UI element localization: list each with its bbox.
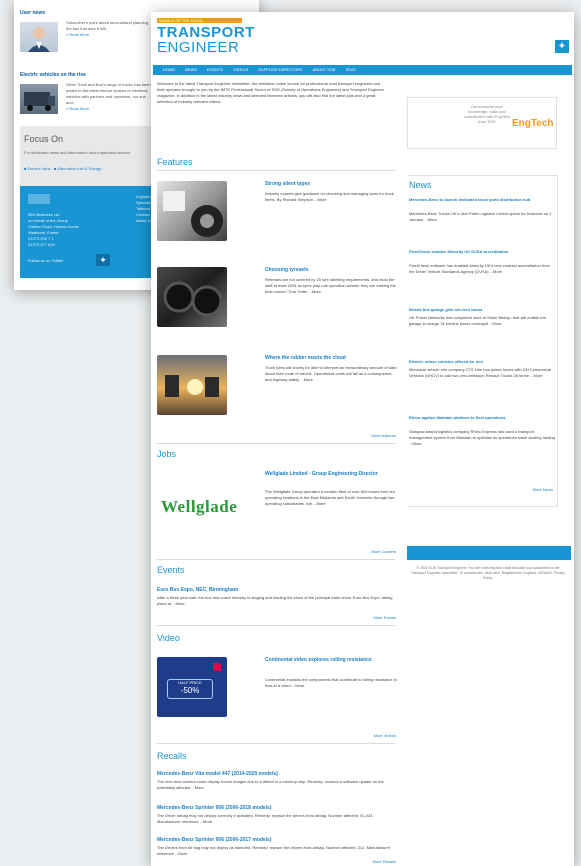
nav-social[interactable]: SOCI bbox=[346, 65, 356, 75]
twitter-icon[interactable]: ✦ bbox=[96, 254, 110, 266]
more-news-link[interactable]: More News bbox=[533, 487, 553, 492]
back-section-heading[interactable]: User news bbox=[20, 10, 45, 16]
news-box bbox=[407, 175, 558, 507]
divider bbox=[157, 443, 395, 444]
news-title[interactable]: Bristol bus garage gets net-zero boost bbox=[409, 307, 555, 313]
tyre-image[interactable] bbox=[157, 181, 227, 241]
intro-text: Welcome to the latest Transport Engineer… bbox=[157, 81, 385, 104]
back-section-heading[interactable]: Electric vehicles on the rise bbox=[20, 72, 86, 78]
recall-text: The Drivers front air bag may not deploy… bbox=[157, 845, 391, 856]
focus-title: Focus On bbox=[24, 134, 64, 144]
focus-on-box: Focus On For dedicated news and informat… bbox=[20, 126, 160, 190]
nav-home[interactable]: HOME bbox=[163, 65, 175, 75]
more-videos-link[interactable]: More Videos bbox=[374, 733, 396, 738]
nav-videos[interactable]: VIDEOS bbox=[233, 65, 248, 75]
tyre-stack-image[interactable] bbox=[157, 267, 227, 327]
truck-sunset-image[interactable] bbox=[157, 355, 227, 415]
divider bbox=[157, 559, 395, 560]
news-text: FleetCheck software has enabled Motority… bbox=[409, 263, 550, 274]
video-badge-line2: -50% bbox=[180, 686, 200, 695]
video-badge: HALF PRICE -50% bbox=[167, 679, 213, 699]
video-title[interactable]: Continental video explores rolling resis… bbox=[265, 657, 393, 664]
recalls-heading: Recalls bbox=[157, 751, 187, 761]
focus-link[interactable]: ■ Alternative fuel & Energy bbox=[54, 166, 101, 171]
feature-text: Truck tyres will shortly be able to inte… bbox=[265, 365, 397, 382]
video-thumbnail[interactable]: HALF PRICE -50% bbox=[157, 657, 227, 717]
video-heading: Video bbox=[157, 633, 180, 643]
news-text: Municipal vehicle hire company CTS Hire … bbox=[409, 367, 552, 378]
sidebar-footer-text: © 2022 SOE Transport Engineer. You are r… bbox=[410, 566, 566, 580]
feature-text: Industry experts give guidance on choosi… bbox=[265, 191, 394, 202]
news-title[interactable]: FleetCheck enables Motority UK DVSA accr… bbox=[409, 249, 555, 255]
read-more-link[interactable]: » Read More bbox=[66, 106, 89, 111]
recall-title[interactable]: Mercedes-Benz Sprinter 906 (2006-2018 mo… bbox=[157, 805, 272, 811]
news-title[interactable]: Mercedes-Benz to launch dedicated truck … bbox=[409, 197, 555, 203]
more-recalls-link[interactable]: More Recalls bbox=[373, 859, 396, 864]
more-features-link[interactable]: More features bbox=[371, 433, 396, 438]
focus-subtitle: For dedicated news and information about… bbox=[24, 150, 131, 155]
features-heading: Features bbox=[157, 157, 193, 167]
divider bbox=[157, 625, 395, 626]
news-heading: News bbox=[409, 180, 432, 190]
engtech-logo: EngTech bbox=[512, 118, 554, 129]
news-text: Mercedes-Benz Trucks UK's new Parts Logi… bbox=[409, 211, 552, 222]
event-text: After a three year wait, the bus and coa… bbox=[157, 595, 393, 606]
focus-link[interactable]: ■ Electric Vans bbox=[24, 166, 51, 171]
nav-supplier-directory[interactable]: SUPPLIER DIRECTORY bbox=[258, 65, 302, 75]
nav-events[interactable]: EVENTS bbox=[207, 65, 223, 75]
divider bbox=[157, 743, 395, 744]
logo-tagline: MIDDLE OF THE ROAD bbox=[157, 18, 242, 23]
recall-title[interactable]: Mercedes-Benz Sprinter 906 (2006-2017 mo… bbox=[157, 837, 272, 843]
twitter-icon[interactable]: ✦ bbox=[555, 40, 569, 53]
more-careers-link[interactable]: More Careers bbox=[372, 549, 396, 554]
focus-links: ■ Electric Vans ■ Alternative fuel & Ene… bbox=[24, 166, 101, 171]
divider bbox=[157, 170, 395, 171]
back-section-text: Other Truck and Bus's range of trucks ha… bbox=[66, 82, 151, 111]
news-text: UK Power Networks has completed work at … bbox=[409, 315, 546, 326]
more-events-link[interactable]: More Events bbox=[374, 615, 396, 620]
news-title[interactable]: Rhino applies Maintain platform to fleet… bbox=[409, 415, 555, 421]
logo-engineer: ENGINEER bbox=[157, 39, 240, 56]
job-text: The Wellglade Group operated a modern fl… bbox=[265, 489, 396, 506]
footer-address: IMH Business Ltd on behalf of the Group … bbox=[28, 212, 108, 248]
sidebar-blue-bar bbox=[407, 546, 571, 560]
front-newsletter-page: MIDDLE OF THE ROAD TRANSPORT ENGINEER ✦ … bbox=[151, 12, 574, 866]
event-title[interactable]: Euro Bus Expo, NEC, Birmingham bbox=[157, 587, 238, 593]
main-nav: HOME NEWS EVENTS VIDEOS SUPPLIER DIRECTO… bbox=[153, 65, 572, 75]
feature-text: Retreads are not covered by 20 tyre labe… bbox=[265, 277, 396, 294]
events-heading: Events bbox=[157, 565, 185, 575]
wellglade-logo[interactable]: Wellglade bbox=[161, 497, 237, 517]
feature-title[interactable]: Choosing tyresets bbox=[265, 267, 309, 273]
nav-news[interactable]: NEWS bbox=[185, 65, 197, 75]
back-section-text: Subscriber's point about secondhand plan… bbox=[66, 20, 150, 37]
main-column: Welcome to the latest Transport Engineer… bbox=[153, 77, 404, 866]
news-title[interactable]: Electric refuse vehicles offered for hir… bbox=[409, 359, 555, 365]
feature-title[interactable]: Where the rubber meets the cloud bbox=[265, 355, 346, 361]
recall-text: The rear view camera could display froze… bbox=[157, 779, 384, 790]
job-title[interactable]: Wellglade Limited - Group Engineering Di… bbox=[265, 471, 393, 478]
engtech-advert[interactable]: Demonstrate your knowledge, skills and c… bbox=[407, 97, 557, 149]
truck-photo bbox=[20, 84, 58, 114]
recall-text: The Driver airbag may not deploy correct… bbox=[157, 813, 374, 824]
person-photo bbox=[20, 22, 58, 52]
recall-title[interactable]: Mercedes-Benz Vito model 447 (2014-2020 … bbox=[157, 771, 278, 777]
read-more-link[interactable]: » Read More bbox=[66, 32, 89, 37]
follow-twitter-text: Follow us on Twitter bbox=[28, 258, 64, 263]
advert-text: Demonstrate your knowledge, skills and c… bbox=[463, 104, 511, 124]
footer-logo bbox=[28, 194, 50, 204]
nav-about[interactable]: ABOUT SOE bbox=[312, 65, 335, 75]
feature-title[interactable]: Strong silent types bbox=[265, 181, 310, 187]
address-line: 01273 377 818 bbox=[28, 242, 55, 247]
video-text: Continental explains the components that… bbox=[265, 677, 397, 688]
news-text: Glasgow-based logistics company Rhino Ex… bbox=[409, 429, 555, 446]
jobs-heading: Jobs bbox=[157, 449, 177, 459]
